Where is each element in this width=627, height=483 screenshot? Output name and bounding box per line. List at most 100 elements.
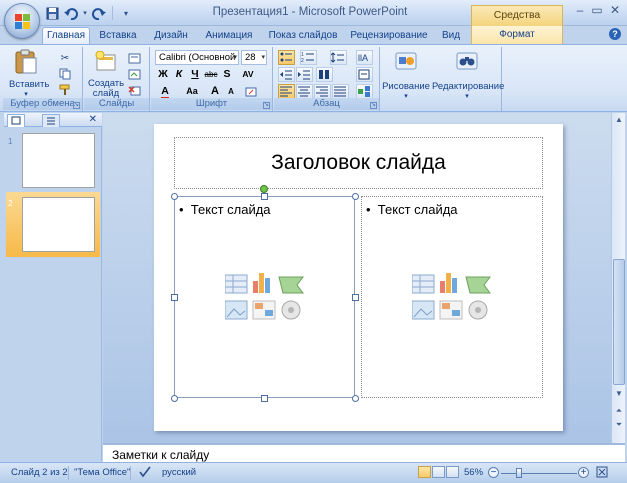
reset-slide-icon[interactable]: [126, 67, 142, 81]
slide-editor: Заголовок слайда • Текст слайда • Текст …: [103, 113, 611, 443]
spellcheck-icon[interactable]: [138, 465, 152, 481]
align-right-button[interactable]: [314, 84, 331, 99]
tab-slideshow[interactable]: Показ слайдов: [268, 28, 338, 44]
redo-icon[interactable]: [91, 5, 107, 21]
change-case-button[interactable]: Aa: [181, 84, 203, 99]
resize-handle-ne[interactable]: [352, 193, 359, 200]
scroll-up-icon[interactable]: ▲: [613, 114, 625, 126]
scroll-thumb[interactable]: [613, 259, 625, 385]
close-icon[interactable]: ✕: [605, 3, 625, 19]
right-content-placeholder[interactable]: • Текст слайда: [361, 196, 543, 398]
tab-format[interactable]: Формат: [471, 26, 563, 44]
zoom-out-button[interactable]: −: [488, 467, 499, 478]
layout-icon[interactable]: [126, 51, 142, 65]
font-size-select[interactable]: 28 ▾: [241, 50, 267, 65]
delete-slide-icon[interactable]: [126, 83, 142, 97]
tab-animation[interactable]: Анимация: [203, 28, 255, 44]
zoom-level[interactable]: 56%: [464, 467, 483, 478]
status-bar: Слайд 2 из 2 "Тема Office" русский 56% −…: [0, 462, 627, 483]
customize-toolbar-icon[interactable]: ▾: [118, 5, 134, 21]
drawing-button[interactable]: Рисование ▾: [382, 51, 430, 102]
scroll-down-icon[interactable]: ▼: [613, 388, 625, 400]
font-launcher-icon[interactable]: ↘: [263, 102, 270, 109]
pane-close-icon[interactable]: ✕: [89, 114, 97, 125]
outline-tab[interactable]: [42, 114, 60, 127]
font-color-button[interactable]: A: [155, 84, 175, 100]
bullets-button[interactable]: [278, 50, 295, 65]
paragraph-group-label: Абзац: [274, 98, 379, 110]
language-status[interactable]: русский: [162, 467, 196, 478]
align-center-button[interactable]: [296, 84, 313, 99]
insert-content-icons[interactable]: [225, 273, 305, 323]
tab-view[interactable]: Вид: [439, 28, 463, 44]
align-text-button[interactable]: [356, 67, 373, 82]
resize-handle-e[interactable]: [352, 294, 359, 301]
normal-view-button[interactable]: [418, 466, 431, 478]
slide-thumbnail-1[interactable]: [22, 133, 95, 188]
previous-slide-icon[interactable]: ⏶: [613, 405, 625, 417]
svg-text:2: 2: [301, 58, 304, 64]
shadow-button[interactable]: S: [219, 67, 235, 82]
vertical-scrollbar[interactable]: ▲ ▼ ⏶ ⏷: [611, 113, 625, 443]
clear-format-icon[interactable]: [243, 85, 259, 99]
numbering-button[interactable]: 12: [300, 50, 317, 65]
save-icon[interactable]: [44, 5, 60, 21]
slide-sorter-view-button[interactable]: [432, 466, 445, 478]
paste-button[interactable]: Вставить ▾: [9, 49, 49, 100]
rotation-handle[interactable]: [260, 185, 268, 193]
resize-handle-w[interactable]: [171, 294, 178, 301]
strikethrough-button[interactable]: abc: [203, 67, 219, 82]
slideshow-view-button[interactable]: [446, 466, 459, 478]
editing-button[interactable]: Редактирование ▾: [432, 51, 504, 102]
bold-button[interactable]: Ж: [155, 67, 171, 82]
underline-button[interactable]: Ч: [187, 67, 203, 82]
notes-pane[interactable]: Заметки к слайду: [103, 443, 625, 462]
paragraph-launcher-icon[interactable]: ↘: [370, 102, 377, 109]
clipboard-launcher-icon[interactable]: ↘: [73, 102, 80, 109]
font-name-select[interactable]: Calibri (Основной ▾: [155, 50, 239, 65]
clipboard-group-label: Буфер обмена: [3, 98, 82, 110]
tab-home[interactable]: Главная: [42, 27, 90, 44]
columns-button[interactable]: [316, 67, 333, 82]
left-content-placeholder[interactable]: • Текст слайда: [174, 196, 355, 398]
slide-thumbnail-2[interactable]: [22, 197, 95, 252]
resize-handle-sw[interactable]: [171, 395, 178, 402]
insert-content-icons-right[interactable]: [412, 273, 492, 323]
resize-handle-nw[interactable]: [171, 193, 178, 200]
help-icon[interactable]: ?: [609, 28, 621, 40]
resize-handle-s[interactable]: [261, 395, 268, 402]
notes-placeholder: Заметки к слайду: [112, 448, 210, 462]
undo-icon[interactable]: [63, 5, 79, 21]
decrease-indent-button[interactable]: [278, 67, 295, 82]
justify-button[interactable]: [332, 84, 349, 99]
title-placeholder[interactable]: Заголовок слайда: [174, 137, 543, 189]
cut-icon[interactable]: ✂: [57, 51, 73, 65]
align-left-button[interactable]: [278, 84, 295, 99]
tab-review[interactable]: Рецензирование: [348, 28, 430, 44]
office-button[interactable]: [4, 3, 40, 39]
shrink-font-button[interactable]: A: [223, 84, 239, 99]
copy-icon[interactable]: [57, 67, 73, 81]
tab-insert[interactable]: Вставка: [96, 28, 140, 44]
smartart-button[interactable]: [356, 84, 373, 99]
italic-button[interactable]: К: [171, 67, 187, 82]
theme-status[interactable]: "Тема Office": [74, 467, 130, 478]
line-spacing-button[interactable]: [330, 50, 347, 65]
tab-design[interactable]: Дизайн: [150, 28, 192, 44]
maximize-icon[interactable]: ▭: [587, 3, 607, 19]
new-slide-button[interactable]: Создать слайд: [88, 50, 124, 99]
text-direction-button[interactable]: llA: [356, 50, 373, 65]
next-slide-icon[interactable]: ⏷: [613, 419, 625, 431]
slides-tab[interactable]: [7, 114, 25, 127]
resize-handle-se[interactable]: [352, 395, 359, 402]
zoom-slider-knob[interactable]: [516, 468, 522, 478]
zoom-slider-track[interactable]: [501, 473, 577, 474]
format-painter-icon[interactable]: [57, 83, 73, 97]
grow-font-button[interactable]: A: [207, 84, 223, 99]
fit-to-window-icon[interactable]: [596, 466, 608, 481]
resize-handle-n[interactable]: [261, 193, 268, 200]
undo-dropdown-icon[interactable]: ▾: [82, 5, 88, 21]
zoom-in-button[interactable]: +: [578, 467, 589, 478]
increase-indent-button[interactable]: [296, 67, 313, 82]
char-spacing-button[interactable]: AV: [237, 67, 259, 82]
